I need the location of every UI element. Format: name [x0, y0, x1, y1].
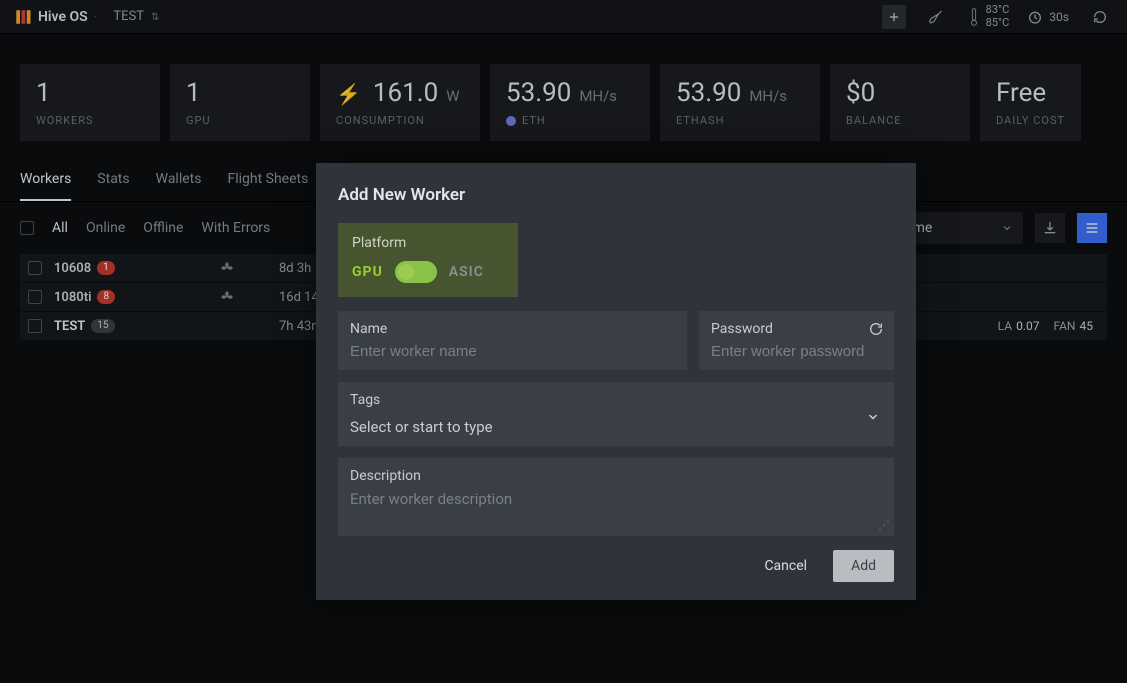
name-input[interactable] [350, 343, 675, 360]
platform-selector: Platform GPU ASIC [338, 223, 518, 297]
name-field[interactable]: Name [338, 311, 687, 370]
tags-field[interactable]: Tags Select or start to type [338, 382, 894, 446]
modal-title: Add New Worker [338, 185, 894, 205]
tags-placeholder: Select or start to type [350, 414, 882, 436]
chevron-down-icon [866, 410, 880, 424]
add-button[interactable]: Add [833, 550, 894, 582]
platform-option-gpu[interactable]: GPU [352, 264, 383, 280]
refresh-icon [868, 321, 884, 337]
password-field[interactable]: Password [699, 311, 894, 370]
description-input[interactable] [350, 490, 882, 522]
platform-label: Platform [352, 235, 504, 251]
password-input[interactable] [711, 343, 882, 360]
cancel-button[interactable]: Cancel [752, 550, 819, 582]
platform-switch[interactable] [395, 261, 437, 283]
regenerate-password-button[interactable] [868, 321, 884, 337]
description-field[interactable]: Description ⋰ [338, 458, 894, 536]
add-worker-modal: Add New Worker Platform GPU ASIC Name Pa… [316, 163, 916, 600]
platform-option-asic[interactable]: ASIC [449, 264, 484, 280]
